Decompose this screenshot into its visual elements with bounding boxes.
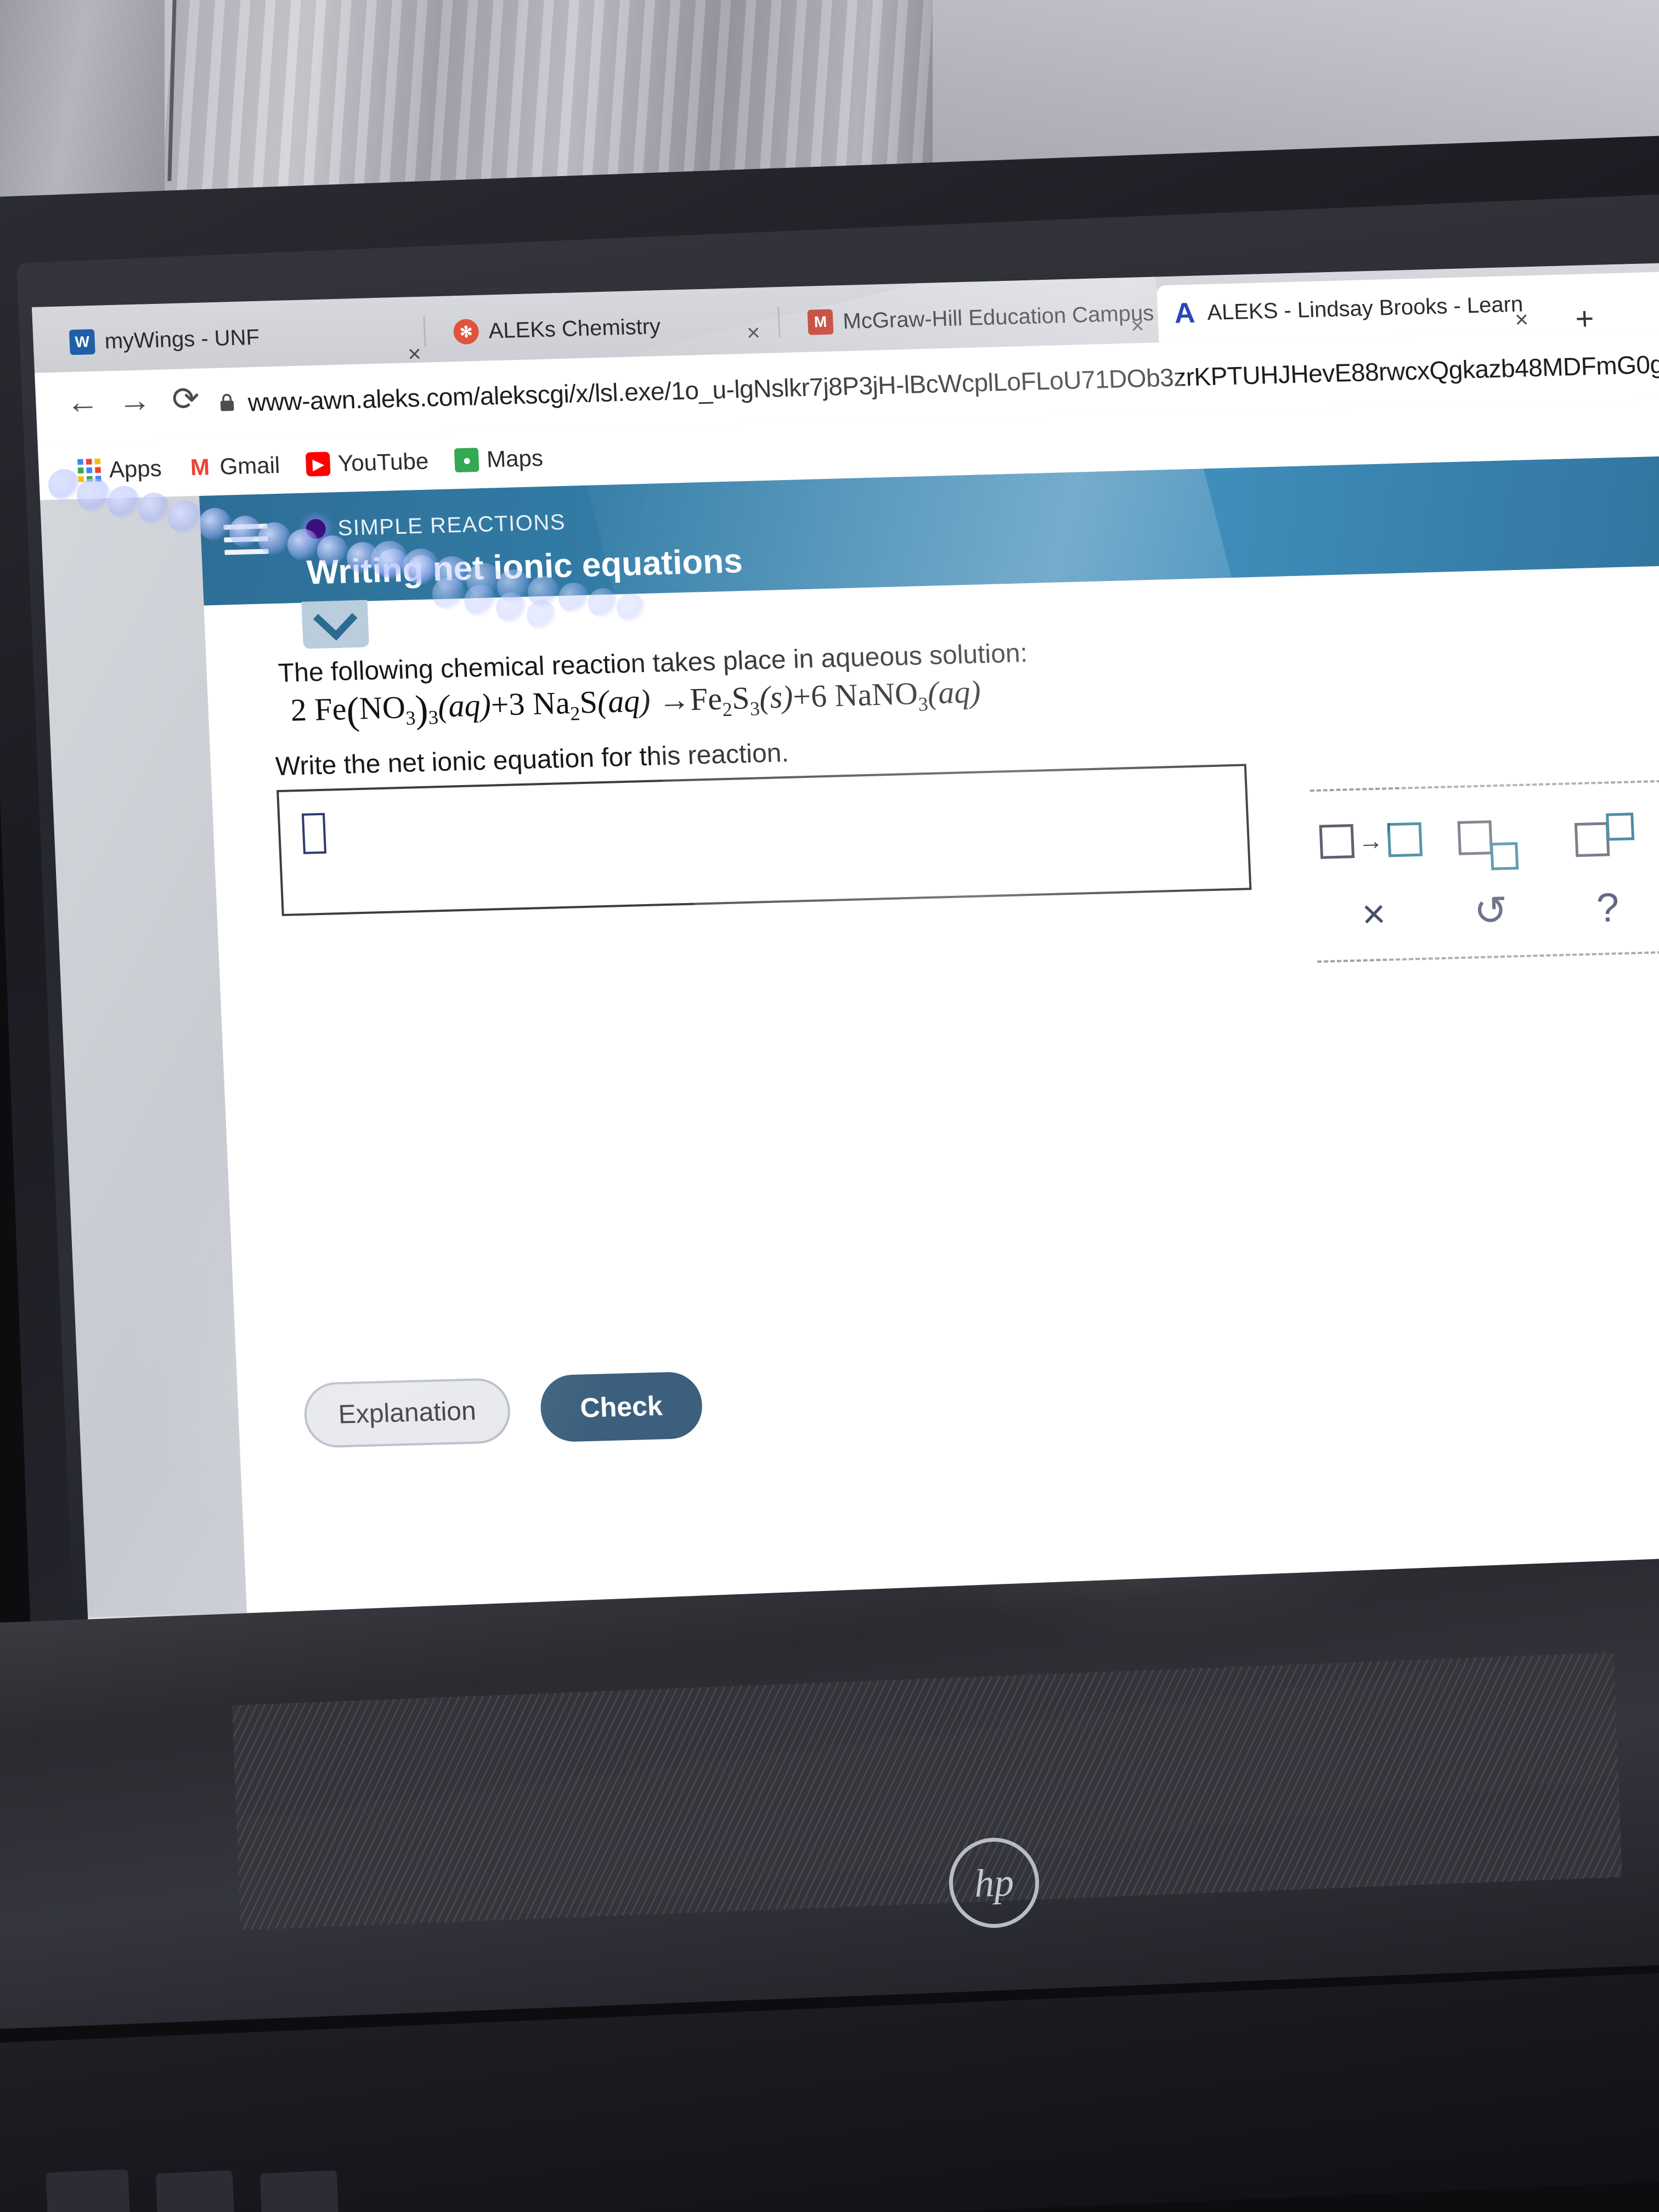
aleks-app: SIMPLE REACTIONS Writing net ionic equat… xyxy=(199,454,1659,1678)
tab-close-button-3[interactable]: × xyxy=(1514,306,1529,333)
palette-row-symbols: → xyxy=(1311,800,1659,875)
tab-favicon: M xyxy=(807,309,834,335)
browser-tab-0[interactable]: W myWings - UNF xyxy=(54,304,436,371)
browser-tab-1[interactable]: ✻ ALEKs Chemistry xyxy=(438,294,820,361)
palette-help-button[interactable]: ? xyxy=(1548,873,1659,943)
question-instruction: Write the net ionic equation for this re… xyxy=(275,738,789,782)
forward-button[interactable]: → xyxy=(117,381,152,420)
bookmark-maps[interactable]: ● Maps xyxy=(454,445,544,473)
tab-favicon: A xyxy=(1173,297,1196,330)
back-button[interactable]: ← xyxy=(65,382,100,421)
tab-title: ALEKs Chemistry xyxy=(488,314,661,343)
tab-close-button-2[interactable]: × xyxy=(1130,312,1145,339)
tab-favicon: W xyxy=(69,329,95,356)
bookmark-gmail[interactable]: M Gmail xyxy=(187,452,280,481)
gmail-icon: M xyxy=(189,454,210,481)
check-button[interactable]: Check xyxy=(539,1371,704,1443)
palette-subscript-button[interactable] xyxy=(1428,803,1548,872)
breadcrumb: SIMPLE REACTIONS xyxy=(337,510,566,540)
palette-clear-button[interactable]: × xyxy=(1314,879,1434,949)
maps-icon: ● xyxy=(454,448,480,473)
tab-title: myWings - UNF xyxy=(104,325,260,353)
action-buttons: Explanation Check xyxy=(303,1371,704,1449)
tab-favicon: ✻ xyxy=(453,318,479,345)
close-icon: × xyxy=(1361,890,1387,937)
tab-title: McGraw-Hill Education Campus xyxy=(842,301,1155,334)
palette-superscript-button[interactable] xyxy=(1545,800,1659,869)
math-cursor-placeholder xyxy=(301,812,327,854)
bookmark-youtube[interactable]: ▶ YouTube xyxy=(306,448,429,478)
tab-title: ALEKS - Lindsay Brooks - Learn xyxy=(1206,291,1524,325)
bookmark-label: Apps xyxy=(108,455,162,483)
palette-row-actions: × ↺ ? xyxy=(1314,873,1659,949)
breadcrumb-bullet-icon xyxy=(305,518,326,539)
youtube-icon: ▶ xyxy=(306,452,331,477)
math-palette: → × ↺ ? xyxy=(1310,769,1659,963)
reload-button[interactable]: ⟳ xyxy=(171,380,200,419)
hamburger-menu-icon[interactable] xyxy=(223,523,269,558)
undo-icon: ↺ xyxy=(1472,887,1509,934)
palette-divider-bottom xyxy=(1317,951,1659,963)
palette-undo-button[interactable]: ↺ xyxy=(1431,876,1550,945)
bookmark-label: Gmail xyxy=(219,452,281,479)
bookmark-apps[interactable]: Apps xyxy=(77,455,162,484)
collapse-panel-toggle[interactable] xyxy=(301,600,370,649)
page-title: Writing net ionic equations xyxy=(306,542,743,592)
bookmark-label: Maps xyxy=(486,444,544,472)
palette-arrow-button[interactable]: → xyxy=(1311,806,1430,875)
laptop-display: W myWings - UNF × ✻ ALEKs Chemistry × M … xyxy=(32,261,1659,1678)
lock-icon xyxy=(220,393,234,411)
photo-of-laptop-screen: W myWings - UNF × ✻ ALEKs Chemistry × M … xyxy=(0,0,1659,2212)
apps-grid-icon xyxy=(77,458,102,483)
explanation-button[interactable]: Explanation xyxy=(303,1377,512,1448)
palette-divider-top xyxy=(1310,780,1659,792)
tab-close-button-1[interactable]: × xyxy=(746,319,761,346)
bookmark-label: YouTube xyxy=(337,448,430,476)
answer-input[interactable] xyxy=(276,764,1252,916)
question-mark-icon: ? xyxy=(1595,884,1621,931)
